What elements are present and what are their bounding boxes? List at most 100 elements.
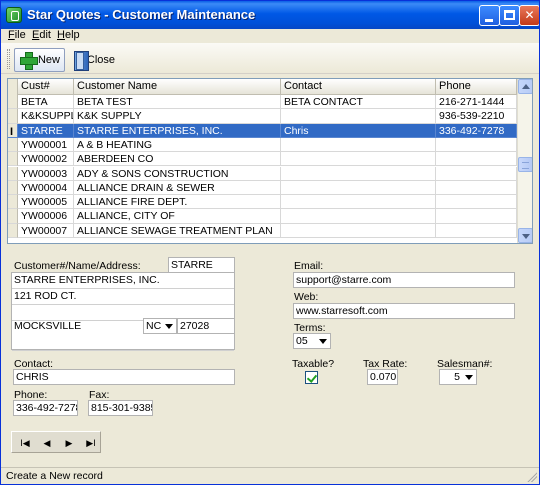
cell-contact[interactable]: Chris: [281, 123, 436, 138]
first-record-button[interactable]: I◀: [15, 435, 35, 451]
cell-contact[interactable]: [281, 137, 436, 153]
row-indicator[interactable]: [8, 152, 18, 167]
fax-field[interactable]: 815-301-9385: [88, 400, 153, 416]
cell-phone[interactable]: [436, 223, 517, 238]
menu-file[interactable]: File: [8, 29, 26, 41]
title-bar[interactable]: Star Quotes - Customer Maintenance ✕: [1, 1, 539, 29]
last-record-button[interactable]: ▶I: [81, 435, 101, 451]
cell-cust[interactable]: YW00001: [18, 137, 74, 153]
cell-customer-name[interactable]: A & B HEATING: [74, 137, 281, 153]
table-row[interactable]: YW00003 ADY & SONS CONSTRUCTION: [8, 166, 517, 181]
table-row[interactable]: YW00004 ALLIANCE DRAIN & SEWER: [8, 180, 517, 196]
cell-contact[interactable]: [281, 152, 436, 167]
city-field[interactable]: MOCKSVILLE: [12, 319, 142, 335]
scroll-down-button[interactable]: [518, 228, 532, 243]
state-dropdown[interactable]: NC: [143, 318, 177, 334]
table-row[interactable]: YW00001 A & B HEATING: [8, 137, 517, 153]
table-row[interactable]: YW00006 ALLIANCE, CITY OF: [8, 209, 517, 224]
column-header-phone[interactable]: Phone: [436, 79, 517, 95]
cell-phone[interactable]: 936-539-2210: [436, 109, 517, 124]
row-indicator[interactable]: [8, 180, 18, 196]
minimize-button[interactable]: [479, 5, 500, 26]
cell-customer-name[interactable]: ALLIANCE SEWAGE TREATMENT PLAN: [74, 223, 281, 238]
cell-customer-name[interactable]: ALLIANCE FIRE DEPT.: [74, 195, 281, 210]
cell-customer-name[interactable]: ALLIANCE DRAIN & SEWER: [74, 180, 281, 196]
zip-field[interactable]: 27028: [177, 318, 235, 334]
customer-number-field[interactable]: STARRE: [168, 257, 235, 273]
new-button[interactable]: New: [14, 48, 65, 72]
phone-field[interactable]: 336-492-7278: [13, 400, 78, 416]
terms-dropdown[interactable]: 05: [293, 333, 331, 349]
email-field[interactable]: support@starre.com: [293, 272, 515, 288]
toolbar-grip[interactable]: [7, 49, 10, 69]
cell-customer-name[interactable]: STARRE ENTERPRISES, INC.: [74, 123, 281, 138]
cell-customer-name[interactable]: ADY & SONS CONSTRUCTION: [74, 166, 281, 181]
table-row[interactable]: YW00002 ABERDEEN CO: [8, 152, 517, 167]
close-button[interactable]: Close: [69, 48, 119, 72]
cell-phone[interactable]: [436, 137, 517, 153]
cell-phone[interactable]: 336-492-7278: [436, 123, 517, 138]
cell-phone[interactable]: [436, 195, 517, 210]
cell-contact[interactable]: [281, 180, 436, 196]
cell-contact[interactable]: [281, 195, 436, 210]
cell-phone[interactable]: [436, 209, 517, 224]
cell-contact[interactable]: [281, 209, 436, 224]
resize-grip[interactable]: [526, 471, 537, 482]
taxable-checkbox[interactable]: [305, 371, 318, 384]
cell-phone[interactable]: [436, 152, 517, 167]
cell-contact[interactable]: BETA CONTACT: [281, 95, 436, 110]
cell-cust[interactable]: YW00005: [18, 195, 74, 210]
cell-cust[interactable]: YW00007: [18, 223, 74, 238]
row-indicator[interactable]: [8, 166, 18, 181]
customer-grid[interactable]: Cust# Customer Name Contact Phone BETA BE…: [7, 78, 533, 244]
cell-cust[interactable]: STARRE: [18, 123, 74, 138]
cell-contact[interactable]: [281, 223, 436, 238]
next-record-button[interactable]: ▶: [59, 435, 79, 451]
row-indicator[interactable]: [8, 195, 18, 210]
previous-record-button[interactable]: ◀: [37, 435, 57, 451]
scroll-thumb[interactable]: [518, 157, 532, 172]
cell-contact[interactable]: [281, 109, 436, 124]
cell-cust[interactable]: YW00004: [18, 180, 74, 196]
customer-name-field[interactable]: STARRE ENTERPRISES, INC.: [12, 273, 234, 289]
maximize-button[interactable]: [499, 5, 520, 26]
column-header-cust[interactable]: Cust#: [18, 79, 74, 95]
cell-cust[interactable]: BETA: [18, 95, 74, 110]
cell-customer-name[interactable]: ABERDEEN CO: [74, 152, 281, 167]
tax-rate-field[interactable]: 0.070: [367, 369, 398, 385]
column-header-contact[interactable]: Contact: [281, 79, 436, 95]
row-indicator[interactable]: I: [8, 123, 18, 138]
address-line1-field[interactable]: 121 ROD CT.: [12, 289, 234, 305]
address-extra-field[interactable]: [12, 335, 234, 351]
table-row[interactable]: YW00005 ALLIANCE FIRE DEPT.: [8, 195, 517, 210]
row-indicator[interactable]: [8, 209, 18, 224]
menu-help[interactable]: Help: [57, 29, 80, 41]
row-indicator[interactable]: [8, 109, 18, 124]
contact-field[interactable]: CHRIS: [13, 369, 235, 385]
row-indicator[interactable]: [8, 223, 18, 238]
cell-cust[interactable]: K&KSUPPLY: [18, 109, 74, 124]
cell-phone[interactable]: [436, 180, 517, 196]
cell-contact[interactable]: [281, 166, 436, 181]
cell-cust[interactable]: YW00006: [18, 209, 74, 224]
table-row[interactable]: I STARRE STARRE ENTERPRISES, INC. Chris 336-…: [8, 123, 517, 138]
table-row[interactable]: YW00007 ALLIANCE SEWAGE TREATMENT PLAN: [8, 223, 517, 238]
cell-cust[interactable]: YW00003: [18, 166, 74, 181]
menu-edit[interactable]: Edit: [32, 29, 51, 41]
cell-cust[interactable]: YW00002: [18, 152, 74, 167]
close-window-button[interactable]: ✕: [519, 5, 539, 26]
row-indicator[interactable]: [8, 95, 18, 110]
cell-customer-name[interactable]: BETA TEST: [74, 95, 281, 110]
cell-customer-name[interactable]: K&K SUPPLY: [74, 109, 281, 124]
scroll-up-button[interactable]: [518, 79, 532, 94]
row-indicator[interactable]: [8, 137, 18, 153]
vertical-scrollbar[interactable]: [517, 79, 532, 243]
cell-phone[interactable]: [436, 166, 517, 181]
column-header-customer-name[interactable]: Customer Name: [74, 79, 281, 95]
table-row[interactable]: K&KSUPPLYK&K SUPPLY 936-539-2210: [8, 109, 517, 124]
cell-phone[interactable]: 216-271-1444: [436, 95, 517, 110]
web-field[interactable]: www.starresoft.com: [293, 303, 515, 319]
table-row[interactable]: BETA BETA TEST BETA CONTACT 216-271-1444: [8, 95, 517, 110]
cell-customer-name[interactable]: ALLIANCE, CITY OF: [74, 209, 281, 224]
salesman-dropdown[interactable]: 5: [439, 369, 477, 385]
